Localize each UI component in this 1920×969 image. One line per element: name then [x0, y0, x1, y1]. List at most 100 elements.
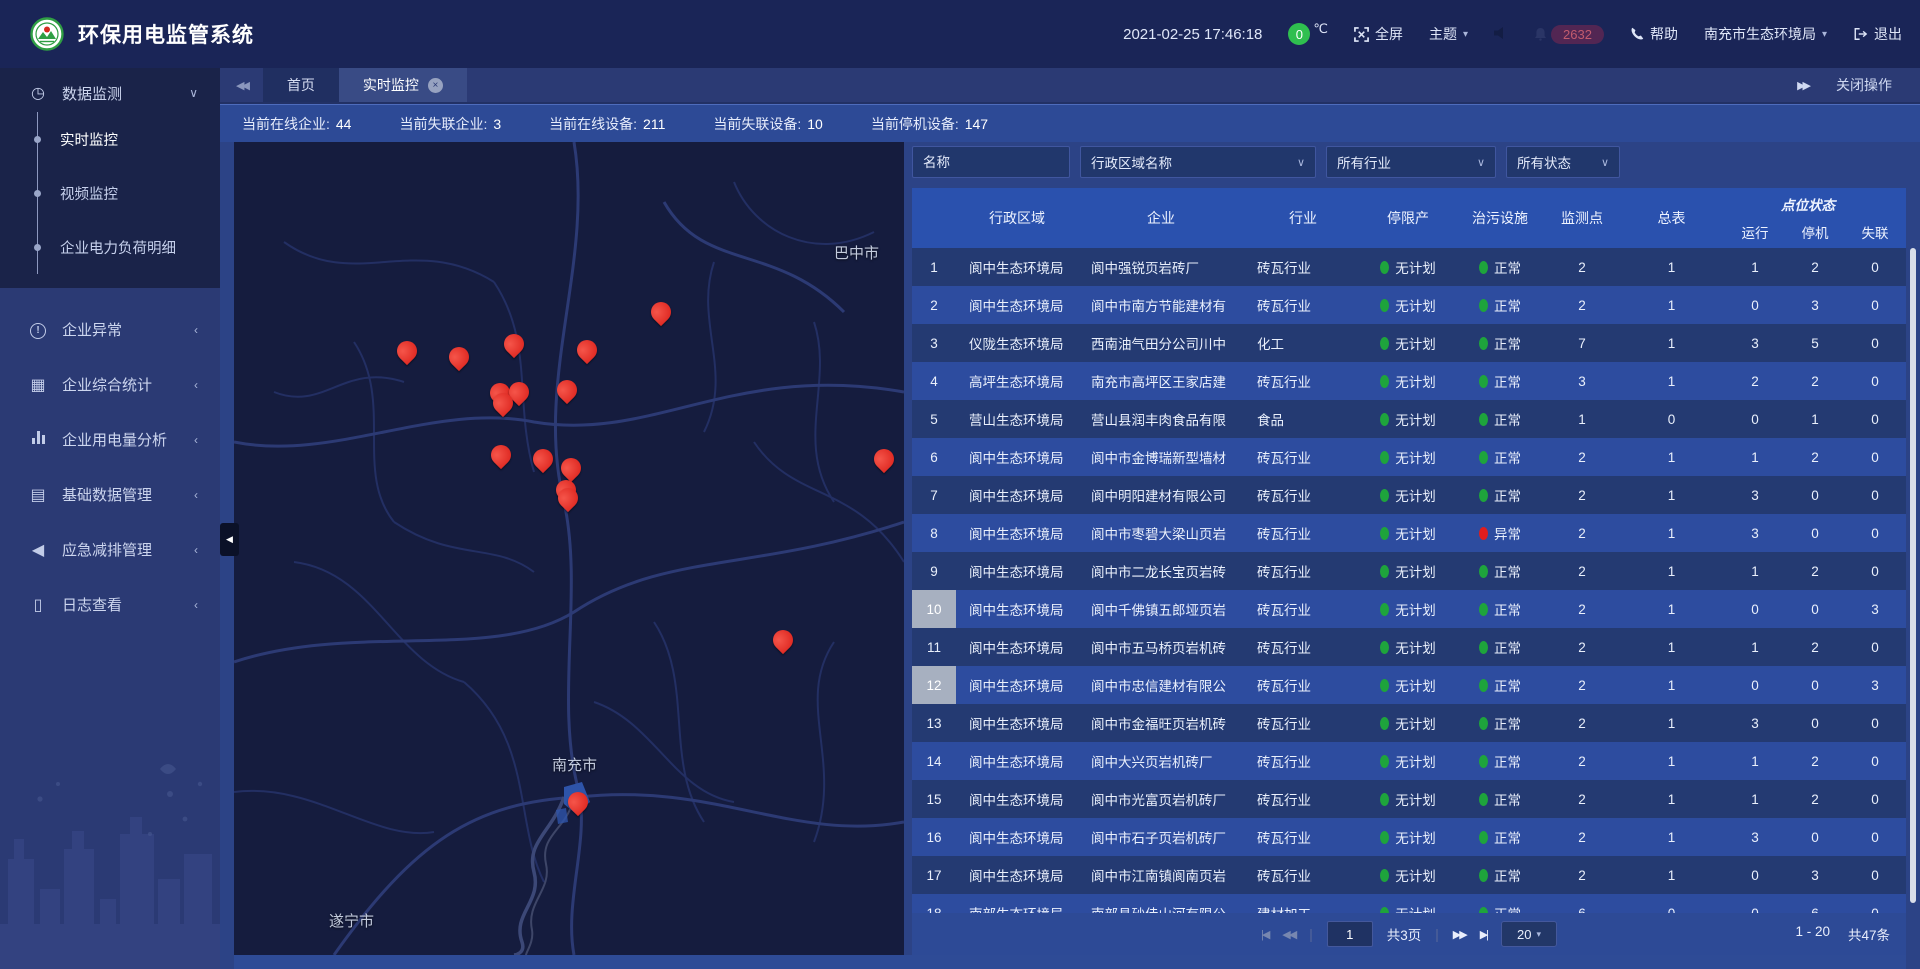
cell-limit-status: 无计划 — [1362, 523, 1454, 543]
cell-company: 阆中千佛镇五郎垭页岩 — [1078, 599, 1244, 619]
cell-run: 3 — [1725, 336, 1785, 351]
tab-realtime-monitoring[interactable]: 实时监控 × — [339, 68, 467, 102]
sidebar-item-power-load-detail[interactable]: 企业电力负荷明细 — [38, 220, 220, 274]
cell-points: 2 — [1546, 716, 1618, 731]
next-page-icon[interactable]: ▶▶ — [1453, 928, 1466, 941]
help-label: 帮助 — [1650, 24, 1678, 44]
cell-industry: 食品 — [1244, 409, 1362, 429]
scrollbar[interactable] — [1910, 248, 1916, 903]
page-size-value: 20 — [1517, 927, 1531, 942]
cell-limit-status: 无计划 — [1362, 333, 1454, 353]
industry-filter-value: 所有行业 — [1337, 152, 1391, 172]
notifications[interactable]: 2632 — [1534, 25, 1604, 44]
name-filter-input[interactable] — [912, 146, 1070, 178]
table-row[interactable]: 11阆中生态环境局阆中市五马桥页岩机砖砖瓦行业无计划正常21120 — [912, 628, 1906, 666]
sidebar-item-log-view[interactable]: ▯ 日志查看 ‹ — [0, 577, 220, 632]
table-row[interactable]: 9阆中生态环境局阆中市二龙长宝页岩砖砖瓦行业无计划正常21120 — [912, 552, 1906, 590]
cell-limit-status: 无计划 — [1362, 257, 1454, 277]
table-row[interactable]: 8阆中生态环境局阆中市枣碧大梁山页岩砖瓦行业无计划异常21300 — [912, 514, 1906, 552]
cell-stop: 2 — [1785, 374, 1845, 389]
table-row[interactable]: 2阆中生态环境局阆中市南方节能建材有砖瓦行业无计划正常21030 — [912, 286, 1906, 324]
table-row[interactable]: 14阆中生态环境局阆中大兴页岩机砖厂砖瓦行业无计划正常21120 — [912, 742, 1906, 780]
org-dropdown[interactable]: 南充市生态环境局 ▾ — [1704, 24, 1827, 44]
chevron-left-icon: ‹ — [194, 598, 198, 612]
cell-industry: 砖瓦行业 — [1244, 865, 1362, 885]
cell-run: 1 — [1725, 640, 1785, 655]
theme-dropdown[interactable]: 主题 ▾ — [1429, 24, 1468, 44]
last-page-icon[interactable]: ▶| — [1480, 928, 1487, 941]
col-industry: 行业 — [1244, 188, 1362, 248]
cell-region: 阆中生态环境局 — [956, 447, 1078, 467]
cell-lost: 0 — [1845, 260, 1905, 275]
table-row[interactable]: 3仪陇生态环境局西南油气田分公司川中化工无计划正常71350 — [912, 324, 1906, 362]
first-page-icon[interactable]: |◀ — [1261, 928, 1268, 941]
cell-lost: 0 — [1845, 488, 1905, 503]
tab-home[interactable]: 首页 — [263, 68, 339, 102]
table-row[interactable]: 5营山生态环境局营山县润丰肉食品有限食品无计划正常10010 — [912, 400, 1906, 438]
prev-page-icon[interactable]: ◀◀ — [1282, 928, 1295, 941]
map[interactable]: 巴中市南充市遂宁市 — [234, 142, 904, 955]
cell-region: 阆中生态环境局 — [956, 827, 1078, 847]
col-stop: 停机 — [1785, 222, 1845, 242]
cell-region: 阆中生态环境局 — [956, 561, 1078, 581]
sidebar-item-realtime-monitoring[interactable]: 实时监控 — [38, 112, 220, 166]
cell-meters: 1 — [1618, 260, 1725, 275]
tabs-scroll-left-icon[interactable]: ◀◀ — [220, 68, 263, 102]
chevron-down-icon: ∨ — [1297, 156, 1305, 169]
cell-industry: 砖瓦行业 — [1244, 371, 1362, 391]
table-row[interactable]: 18南部生态环境局南部县砂佳山河有限公建材加工无计划正常60060 — [912, 894, 1906, 913]
cell-facility-status: 正常 — [1454, 675, 1546, 695]
cell-facility-status: 正常 — [1454, 257, 1546, 277]
sidebar-submenu: 实时监控 视频监控 企业电力负荷明细 — [37, 112, 220, 274]
close-operations-button[interactable]: 关闭操作 — [1836, 75, 1892, 95]
table-row[interactable]: 10阆中生态环境局阆中千佛镇五郎垭页岩砖瓦行业无计划正常21003 — [912, 590, 1906, 628]
cell-stop: 3 — [1785, 868, 1845, 883]
sidebar-item-base-data-management[interactable]: ▤ 基础数据管理 ‹ — [0, 467, 220, 522]
cell-industry: 砖瓦行业 — [1244, 523, 1362, 543]
cell-points: 2 — [1546, 450, 1618, 465]
sidebar-item-enterprise-abnormal[interactable]: ! 企业异常 ‹ — [0, 302, 220, 357]
cell-run: 0 — [1725, 412, 1785, 427]
table-row[interactable]: 15阆中生态环境局阆中市光富页岩机砖厂砖瓦行业无计划正常21120 — [912, 780, 1906, 818]
cell-run: 1 — [1725, 564, 1785, 579]
mute-icon[interactable] — [1494, 26, 1508, 43]
chevron-left-icon: ‹ — [194, 378, 198, 392]
cell-points: 2 — [1546, 488, 1618, 503]
cell-region: 阆中生态环境局 — [956, 257, 1078, 277]
tabs-scroll-right-icon[interactable]: ▶▶ — [1797, 79, 1808, 92]
table-row[interactable]: 1阆中生态环境局阆中强锐页岩砖厂砖瓦行业无计划正常21120 — [912, 248, 1906, 286]
table-row[interactable]: 12阆中生态环境局阆中市忠信建材有限公砖瓦行业无计划正常21003 — [912, 666, 1906, 704]
status-dot-green — [1479, 641, 1488, 654]
fullscreen-button[interactable]: 全屏 — [1354, 24, 1403, 44]
chevron-left-icon: ‹ — [194, 488, 198, 502]
sidebar-item-power-usage-analysis[interactable]: 企业用电量分析 ‹ — [0, 412, 220, 467]
cell-facility-status: 正常 — [1454, 561, 1546, 581]
table-row[interactable]: 4高坪生态环境局南充市高坪区王家店建砖瓦行业无计划正常31220 — [912, 362, 1906, 400]
sidebar-collapse-button[interactable]: ◀ — [220, 523, 239, 556]
filter-bar: 行政区域名称 ∨ 所有行业 ∨ 所有状态 ∨ — [912, 142, 1906, 188]
close-icon[interactable]: × — [428, 78, 443, 93]
table-row[interactable]: 13阆中生态环境局阆中市金福旺页岩机砖砖瓦行业无计划正常21300 — [912, 704, 1906, 742]
sidebar-item-data-monitoring[interactable]: ◷ 数据监测 ∨ — [0, 68, 220, 112]
industry-filter-select[interactable]: 所有行业 ∨ — [1326, 146, 1496, 178]
table-row[interactable]: 17阆中生态环境局阆中市江南镇阆南页岩砖瓦行业无计划正常21030 — [912, 856, 1906, 894]
status-dot-green — [1380, 527, 1389, 540]
sidebar-item-enterprise-statistics[interactable]: ▦ 企业综合统计 ‹ — [0, 357, 220, 412]
cell-facility-status: 正常 — [1454, 295, 1546, 315]
status-filter-select[interactable]: 所有状态 ∨ — [1506, 146, 1620, 178]
page-size-select[interactable]: 20 ▾ — [1501, 921, 1557, 947]
status-dot-green — [1479, 869, 1488, 882]
help-button[interactable]: 帮助 — [1630, 24, 1678, 44]
region-filter-select[interactable]: 行政区域名称 ∨ — [1080, 146, 1316, 178]
chevron-left-icon: ‹ — [194, 323, 198, 337]
sidebar-item-emergency-reduction[interactable]: ◀ 应急减排管理 ‹ — [0, 522, 220, 577]
table-row[interactable]: 6阆中生态环境局阆中市金博瑞新型墙材砖瓦行业无计划正常21120 — [912, 438, 1906, 476]
sidebar-item-video-monitoring[interactable]: 视频监控 — [38, 166, 220, 220]
cell-company: 营山县润丰肉食品有限 — [1078, 409, 1244, 429]
page-input[interactable]: 1 — [1327, 921, 1373, 947]
logout-button[interactable]: 退出 — [1853, 24, 1902, 44]
cell-industry: 砖瓦行业 — [1244, 789, 1362, 809]
table-row[interactable]: 16阆中生态环境局阆中市石子页岩机砖厂砖瓦行业无计划正常21300 — [912, 818, 1906, 856]
sidebar-subitem-label: 企业电力负荷明细 — [60, 237, 176, 258]
table-row[interactable]: 7阆中生态环境局阆中明阳建材有限公司砖瓦行业无计划正常21300 — [912, 476, 1906, 514]
